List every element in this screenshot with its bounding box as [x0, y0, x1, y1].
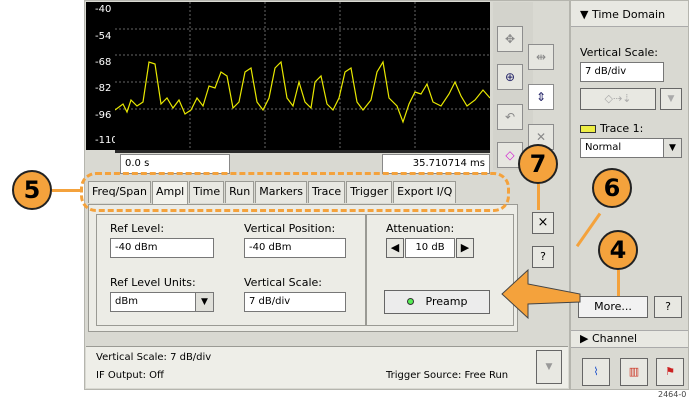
callout-6: 6 [592, 168, 632, 208]
vertical-position-input[interactable]: -40 dBm [244, 238, 346, 258]
preamp-indicator-icon [406, 298, 414, 305]
status-trigger-source: Trigger Source: Free Run [386, 370, 509, 381]
autoscale-icon[interactable]: ◇⇢⇣ [580, 88, 656, 110]
callout-4-leader [617, 270, 620, 296]
time-end-field: 35.710714 ms [382, 154, 490, 174]
status-if-output: IF Output: Off [96, 370, 164, 381]
right-vertical-scale-input[interactable]: 7 dB/div [580, 62, 664, 82]
time-start-field: 0.0 s [120, 154, 230, 174]
zoom-fit-icon[interactable]: ⇹ [528, 44, 554, 70]
y-label-0: -40 [95, 4, 112, 15]
figure-id: 2464-0 [658, 390, 687, 399]
callout-7: 7 [518, 144, 558, 184]
spectrum-display-icon[interactable]: ⌇ [582, 358, 610, 386]
attenuation-decrease-icon[interactable]: ◀ [386, 238, 404, 258]
marker-tool-icon[interactable]: ⇕ [528, 84, 554, 110]
callout-4: 4 [598, 230, 638, 270]
callout-5-leader [52, 189, 82, 192]
ref-level-input[interactable]: -40 dBm [110, 238, 214, 258]
chevron-down-icon: ▼ [663, 139, 681, 157]
right-help-button[interactable]: ? [654, 296, 682, 318]
status-expand-icon[interactable]: ▼ [536, 350, 562, 384]
chevron-down-icon: ▼ [195, 293, 213, 311]
y-label-1: -54 [95, 31, 112, 42]
y-label-5: -110 [95, 135, 118, 146]
zoom-icon[interactable]: ⊕ [497, 64, 523, 90]
ref-level-label: Ref Level: [110, 222, 165, 235]
channel-header[interactable]: ▶ Channel [580, 332, 637, 345]
panel-help-button[interactable]: ? [532, 246, 554, 268]
trace-mode-select[interactable]: Normal ▼ [580, 138, 682, 158]
marker-flag-icon[interactable]: ⚑ [656, 358, 684, 386]
callout-7-leader [537, 184, 540, 210]
trace-label: Trace 1: [600, 122, 644, 135]
trace-mode-value: Normal [585, 142, 622, 153]
status-vertical-scale: Vertical Scale: 7 dB/div [96, 352, 212, 363]
pointer-arrow-icon [501, 268, 581, 320]
trace-plot[interactable] [114, 2, 491, 150]
plot-bottom-bar [115, 150, 490, 153]
callout-5: 5 [12, 170, 52, 210]
y-label-2: -68 [95, 57, 112, 68]
vertical-scale-input[interactable]: 7 dB/div [244, 292, 346, 312]
close-panel-button[interactable]: × [532, 212, 554, 234]
ref-level-units-select[interactable]: dBm ▼ [110, 292, 214, 312]
vertical-scale-label: Vertical Scale: [244, 276, 322, 289]
tabs-highlight-outline [80, 172, 510, 212]
more-button[interactable]: More... [578, 296, 648, 318]
y-label-4: -96 [95, 110, 112, 121]
attenuation-input[interactable]: 10 dB [405, 238, 455, 258]
pan-tool-icon[interactable]: ✥ [497, 26, 523, 52]
y-label-3: -82 [95, 83, 112, 94]
trace-svg [114, 2, 491, 150]
undo-icon[interactable]: ↶ [497, 104, 523, 130]
ref-level-units-label: Ref Level Units: [110, 276, 196, 289]
preamp-label: Preamp [425, 295, 468, 308]
trace-color-swatch [580, 125, 596, 133]
autoscale-menu-icon[interactable]: ▼ [660, 88, 682, 110]
time-domain-header[interactable]: ▼ Time Domain [580, 8, 665, 21]
ref-level-units-value: dBm [115, 296, 138, 307]
preamp-button[interactable]: Preamp [384, 290, 490, 314]
time-display-icon[interactable]: ▥ [620, 358, 648, 386]
vertical-position-label: Vertical Position: [244, 222, 336, 235]
right-vertical-scale-label: Vertical Scale: [580, 46, 658, 59]
attenuation-label: Attenuation: [386, 222, 455, 235]
y-axis-panel [86, 2, 116, 150]
attenuation-increase-icon[interactable]: ▶ [456, 238, 474, 258]
